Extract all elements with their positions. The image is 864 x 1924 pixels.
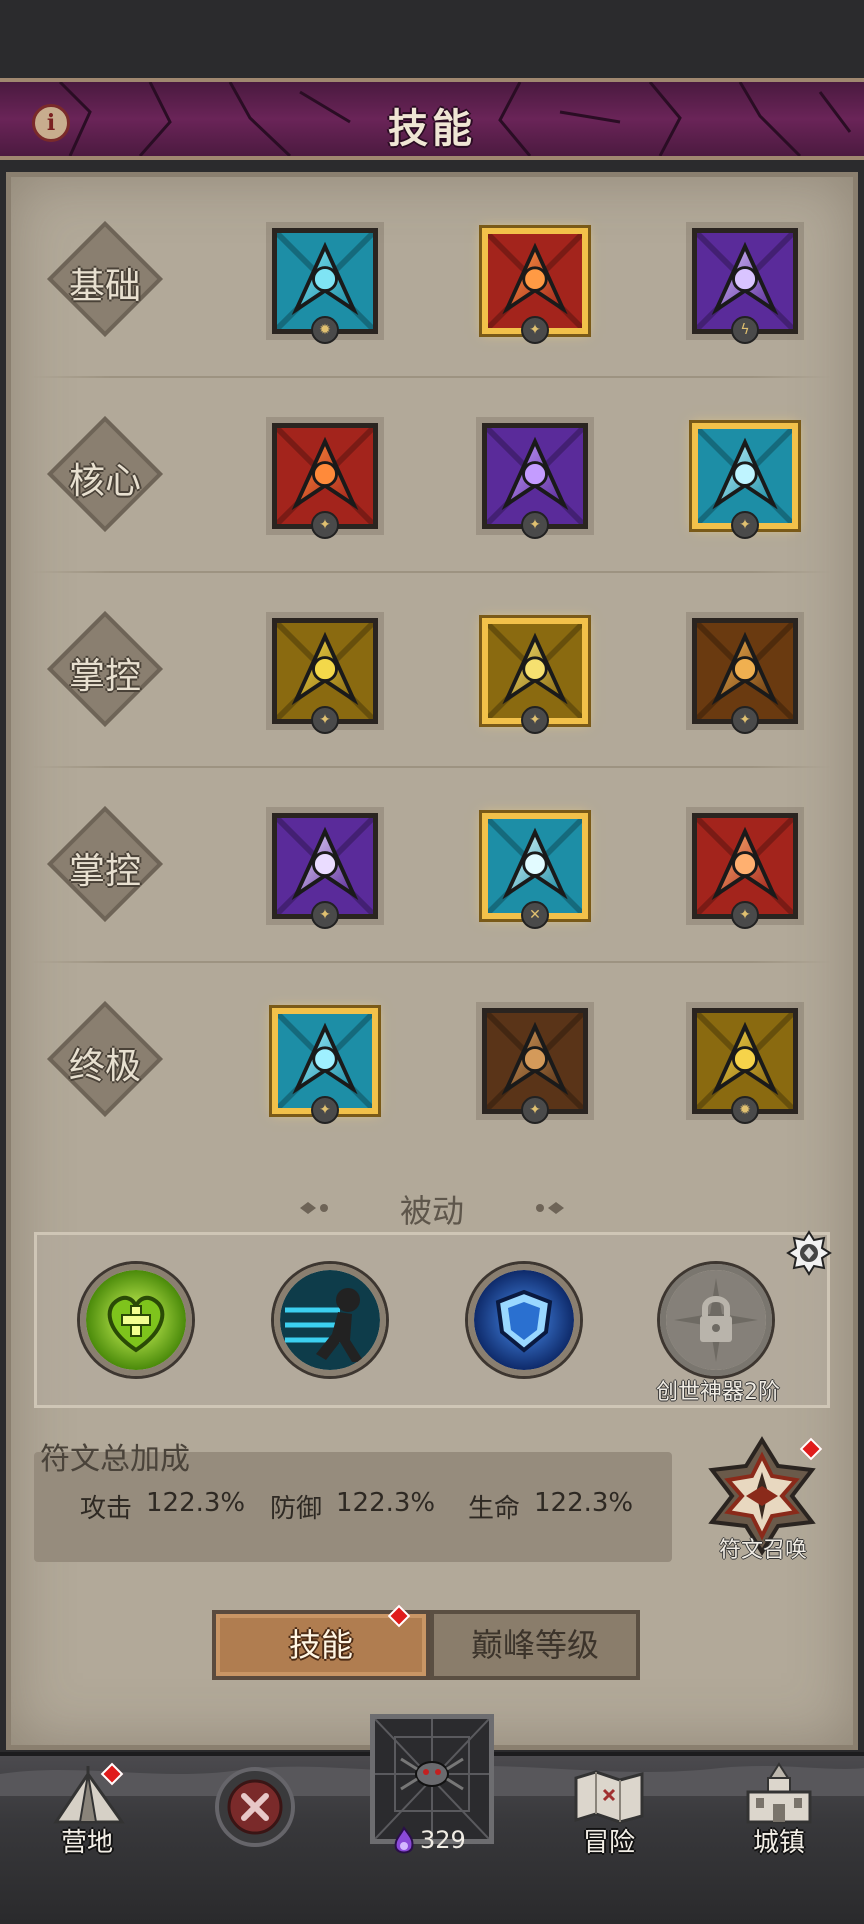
- row-label-core: 核心: [68, 461, 141, 502]
- passive-locked-slot[interactable]: [660, 1264, 772, 1376]
- close-icon[interactable]: [214, 1766, 296, 1848]
- row-label-ultimate: 终极: [68, 1046, 141, 1087]
- fireball-icon: [277, 428, 373, 524]
- row-divider: [30, 571, 832, 573]
- frost-nova-icon: [488, 819, 582, 913]
- row-label-basic: 基础: [68, 266, 141, 307]
- speed-run-icon: [280, 1270, 380, 1370]
- passive-speed-run[interactable]: [274, 1264, 386, 1376]
- nav-town-label[interactable]: 城镇: [724, 1822, 834, 1859]
- skill-element-badge-icon: ✦: [311, 706, 339, 734]
- skill-element-badge-icon: ✦: [521, 511, 549, 539]
- passive-heading: 被动: [399, 1192, 464, 1230]
- stat-defense-value: 122.3%: [336, 1488, 436, 1518]
- stat-defense-label: 防御: [270, 1494, 323, 1524]
- spider-emblem-icon: [374, 1718, 490, 1840]
- row-divider: [30, 766, 832, 768]
- rune-summon-label[interactable]: 符文召唤: [700, 1532, 826, 1564]
- artifact-gear-icon[interactable]: [786, 1230, 832, 1276]
- row-label-mastery-1: 掌控: [68, 656, 141, 697]
- skill-element-badge-icon: ✦: [731, 706, 759, 734]
- tab-paragon-level[interactable]: 巅峰等级: [430, 1610, 640, 1680]
- skill-element-badge-icon: ✦: [521, 1096, 549, 1124]
- skill-element-badge-icon: ✦: [311, 1096, 339, 1124]
- adventure-map-icon[interactable]: [572, 1768, 646, 1824]
- skill-element-badge-icon: ϟ: [731, 316, 759, 344]
- skill-element-badge-icon: ✦: [521, 316, 549, 344]
- page-title: 技能: [388, 106, 476, 152]
- summon-clones-icon: [487, 1013, 583, 1109]
- skill-element-badge-icon: ✦: [731, 901, 759, 929]
- row-label-mastery-2: 掌控: [68, 851, 141, 892]
- skill-element-badge-icon: ✦: [311, 511, 339, 539]
- thunder-fist-icon: [487, 428, 583, 524]
- skill-element-badge-icon: ✕: [521, 901, 549, 929]
- locked-slot-label: 创世神器2阶: [656, 1380, 780, 1405]
- ornament-right-icon: [536, 1202, 578, 1214]
- skill-element-badge-icon: ✹: [311, 316, 339, 344]
- rune-bonus-title: 符文总加成: [40, 1442, 190, 1477]
- passive-shield-guard[interactable]: [468, 1264, 580, 1376]
- stat-health-value: 122.3%: [534, 1488, 634, 1518]
- skill-element-badge-icon: ✦: [731, 511, 759, 539]
- golden-avatar-icon: [697, 1013, 793, 1109]
- center-altar-frame[interactable]: [370, 1714, 494, 1844]
- fire-beast-icon: [697, 818, 793, 914]
- blizzard-vortex-icon: [278, 1014, 372, 1108]
- meteor-swirl-icon: [697, 623, 793, 719]
- lightning-orb-icon: [277, 818, 373, 914]
- town-castle-icon[interactable]: [744, 1762, 814, 1826]
- ice-shards-icon: [698, 429, 792, 523]
- skill-element-badge-icon: ✦: [311, 901, 339, 929]
- title-bar: i 技能: [0, 78, 864, 160]
- stat-attack-value: 122.3%: [146, 1488, 246, 1518]
- golden-dash-icon: [488, 624, 582, 718]
- soul-gem-icon: [394, 1826, 414, 1854]
- currency-value: 329: [420, 1826, 466, 1854]
- shield-icon: [474, 1270, 574, 1370]
- row-divider: [30, 376, 832, 378]
- nav-camp-label[interactable]: 营地: [32, 1822, 142, 1859]
- stat-attack-label: 攻击: [80, 1494, 133, 1524]
- passive-heart-heal[interactable]: [80, 1264, 192, 1376]
- stat-health-label: 生命: [468, 1494, 521, 1524]
- lock-icon: [666, 1270, 766, 1370]
- heart-heal-icon: [86, 1270, 186, 1370]
- lightning-bolt-icon: [697, 233, 793, 329]
- skill-element-badge-icon: ✹: [731, 1096, 759, 1124]
- row-divider: [30, 961, 832, 963]
- fire-strike-icon: [488, 234, 582, 328]
- skill-element-badge-icon: ✦: [521, 706, 549, 734]
- ice-arrow-icon: [277, 233, 373, 329]
- golden-crown-icon: [277, 623, 373, 719]
- nav-adventure-label[interactable]: 冒险: [554, 1822, 664, 1859]
